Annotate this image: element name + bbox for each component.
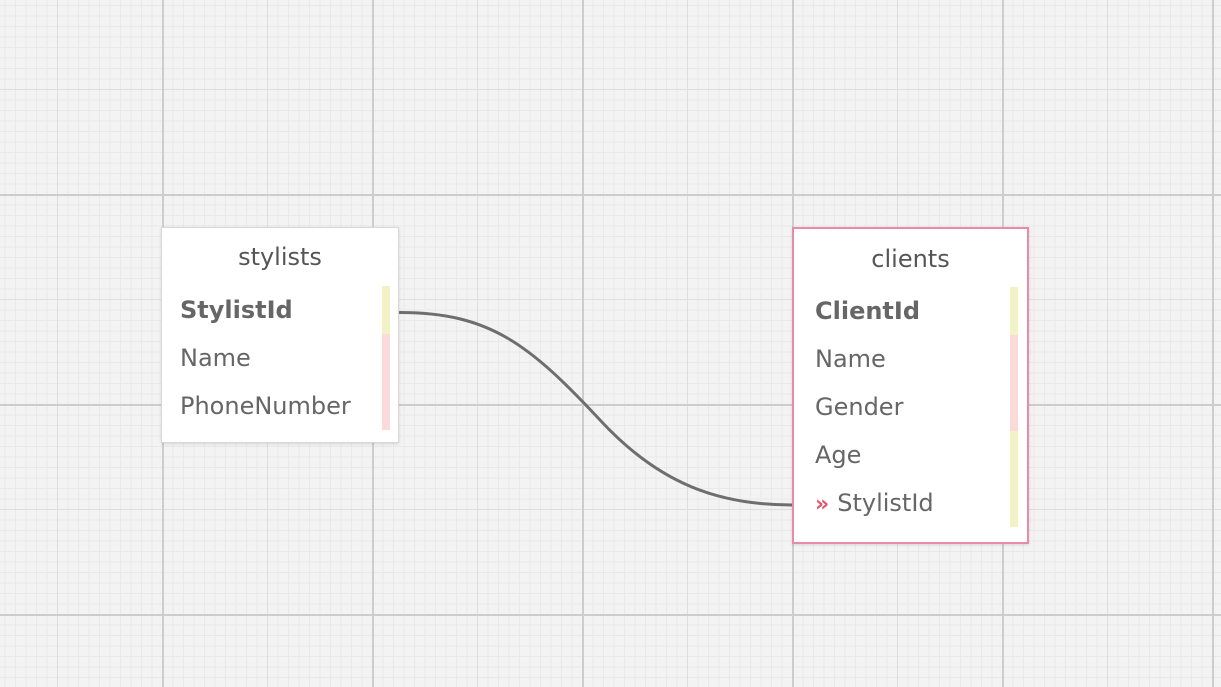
column-row-name[interactable]: Name: [162, 334, 398, 382]
column-row-clientid[interactable]: ClientId: [794, 287, 1027, 335]
column-type-stripe: [1010, 479, 1018, 527]
column-name: Age: [815, 441, 862, 469]
column-list: ClientId Name Gender Age » StylistId: [794, 287, 1027, 527]
foreign-key-icon: »: [815, 492, 830, 517]
column-name: ClientId: [815, 297, 921, 325]
column-type-stripe: [1010, 335, 1018, 383]
column-row-phonenumber[interactable]: PhoneNumber: [162, 382, 398, 430]
column-name: PhoneNumber: [180, 392, 351, 420]
column-row-stylistid[interactable]: StylistId: [162, 286, 398, 334]
column-name: Gender: [815, 393, 904, 421]
relation-line-stylists-clients[interactable]: [398, 311, 794, 507]
column-name: Name: [815, 345, 886, 373]
column-name: StylistId: [180, 296, 293, 324]
column-row-name[interactable]: Name: [794, 335, 1027, 383]
table-title[interactable]: stylists: [162, 242, 398, 272]
column-type-stripe: [1010, 287, 1018, 335]
column-row-age[interactable]: Age: [794, 431, 1027, 479]
column-type-stripe: [1010, 383, 1018, 431]
table-clients[interactable]: clients ClientId Name Gender Age » Stylis…: [792, 227, 1029, 544]
table-title[interactable]: clients: [794, 244, 1027, 274]
column-type-stripe: [1010, 431, 1018, 479]
column-type-stripe: [382, 286, 390, 334]
column-name: StylistId: [837, 489, 934, 517]
column-type-stripe: [382, 334, 390, 382]
table-stylists[interactable]: stylists StylistId Name PhoneNumber: [161, 227, 399, 443]
column-row-gender[interactable]: Gender: [794, 383, 1027, 431]
column-list: StylistId Name PhoneNumber: [162, 286, 398, 430]
diagram-canvas[interactable]: stylists StylistId Name PhoneNumber clie…: [0, 0, 1221, 687]
column-row-stylistid-fk[interactable]: » StylistId: [794, 479, 1027, 527]
column-name: Name: [180, 344, 251, 372]
column-type-stripe: [382, 382, 390, 430]
